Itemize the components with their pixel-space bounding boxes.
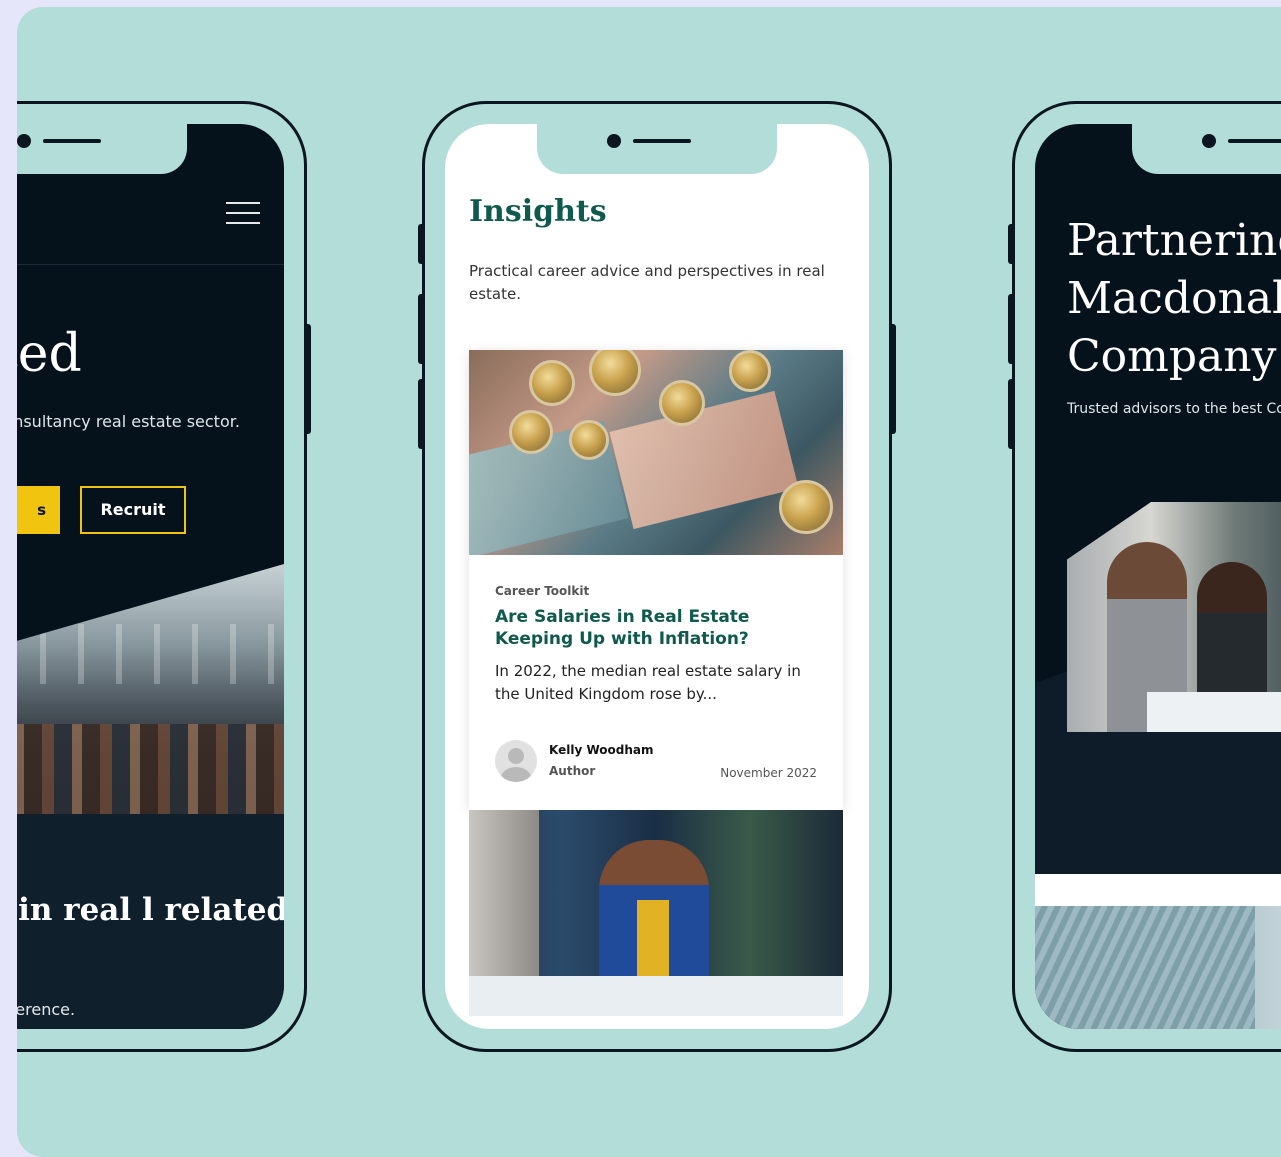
about-screen: Partnering Macdonald Company Trusted adv… [1035, 124, 1281, 1029]
side-button [1008, 224, 1015, 264]
recruit-button[interactable]: Recruit [80, 486, 186, 534]
about-text: Trusted advisors to the best Connecting … [1067, 401, 1281, 417]
article-category: Career Toolkit [495, 584, 590, 598]
page-description: Practical career advice and perspectives… [469, 262, 825, 303]
white-strip [1035, 874, 1281, 906]
phone-insights: Insights Practical career advice and per… [418, 101, 896, 1052]
article-card[interactable]: Career Toolkit Are Salaries in Real Esta… [469, 350, 843, 810]
side-button [304, 324, 311, 434]
money-photo [469, 350, 843, 555]
article-title[interactable]: Are Salaries in Real Estate Keeping Up w… [495, 606, 825, 650]
phone-home: nald pany nnected ng recruitment consult… [17, 101, 311, 1052]
phone-notch [17, 124, 187, 174]
jobs-button[interactable]: s [17, 486, 60, 534]
side-button [418, 294, 425, 364]
about-headline: Partnering Macdonald Company [1067, 215, 1281, 382]
phone-notch [1132, 124, 1281, 174]
article-date: November 2022 [720, 766, 817, 780]
side-button [1008, 294, 1015, 364]
hero-lede: ng recruitment consultancy real estate s… [17, 412, 240, 431]
office-photo [17, 564, 284, 814]
home-screen: nald pany nnected ng recruitment consult… [17, 124, 284, 1029]
phone-notch [537, 124, 777, 174]
section-title: cruiters in real l related assets. [17, 892, 284, 928]
side-button [889, 324, 896, 434]
side-button [418, 224, 425, 264]
author-role: Author [549, 764, 596, 778]
side-button [1008, 379, 1015, 449]
insights-screen: Insights Practical career advice and per… [445, 124, 869, 1029]
hamburger-icon[interactable] [226, 202, 260, 226]
page-title: Insights [469, 194, 607, 229]
building-photo [1035, 906, 1281, 1029]
section-subtitle: ople make the difference. [17, 1000, 76, 1019]
user-avatar-icon [495, 740, 537, 782]
article-excerpt: In 2022, the median real estate salary i… [495, 662, 801, 703]
author-name: Kelly Woodham [549, 743, 654, 757]
header-divider [17, 264, 284, 265]
dark-band [1035, 794, 1281, 874]
hero-title: nnected [17, 324, 82, 384]
office-worker-photo[interactable] [469, 810, 843, 1016]
phone-about: Partnering Macdonald Company Trusted adv… [1008, 101, 1281, 1052]
showcase-stage: nald pany nnected ng recruitment consult… [17, 7, 1281, 1157]
side-button [418, 379, 425, 449]
